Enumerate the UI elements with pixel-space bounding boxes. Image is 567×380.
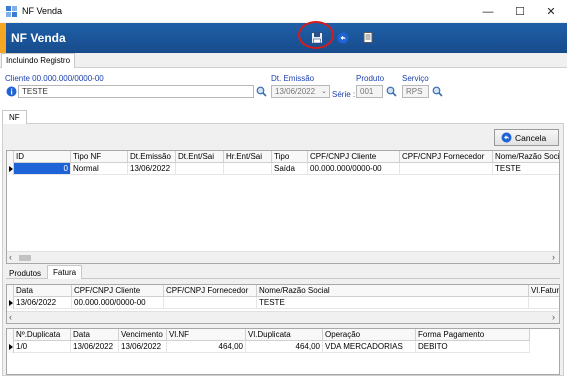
table-cell[interactable]: Saída [272,163,308,175]
grid-indicator-header [7,151,14,163]
tab-produtos[interactable]: Produtos [6,268,44,279]
grid-indicator-header [7,329,14,341]
table-cell[interactable]: 464,00 [246,341,323,353]
col-header[interactable]: Operação [323,329,416,341]
col-header[interactable]: CPF/CNPJ Cliente [308,151,400,163]
undo-icon [337,32,348,43]
fatura-grid-hscrollbar[interactable]: ‹ › [7,311,559,323]
scroll-thumb[interactable] [19,255,31,261]
form-header: NF Venda [0,23,567,53]
table-cell[interactable]: 00.000.000/0000-00 [308,163,400,175]
emissao-label: Dt. Emissão [271,74,315,83]
table-cell[interactable]: 13/06/2022 [119,341,167,353]
col-header[interactable]: Dt.Ent/Sai [176,151,224,163]
cancel-label: Cancela [515,132,547,143]
highlight-circle [298,21,334,49]
col-header[interactable]: Vl.Fatura [529,285,559,297]
tab-nf[interactable]: NF [2,110,27,124]
table-cell[interactable] [400,163,493,175]
produto-label: Produto [356,74,385,83]
col-header[interactable]: Nome/Razão Social [257,285,529,297]
copy-button[interactable] [358,27,379,48]
page-title: NF Venda [11,31,66,45]
produto-field[interactable]: 001 [356,85,383,98]
col-header[interactable]: Nº.Duplicata [14,329,71,341]
cancel-button[interactable]: Cancela [494,129,559,146]
col-header[interactable]: Vl.NF [167,329,246,341]
row-indicator[interactable] [7,297,14,309]
table-cell[interactable] [224,163,272,175]
table-cell[interactable] [176,163,224,175]
col-header[interactable]: Tipo NF [71,151,128,163]
table-cell[interactable]: TESTE [493,163,559,175]
duplicata-grid[interactable]: Nº.Duplicata Data Vencimento Vl.NF Vl.Du… [6,328,560,375]
col-header[interactable]: Tipo [272,151,308,163]
grid-indicator-header [7,285,14,297]
search-produto-icon[interactable] [386,86,397,97]
table-cell[interactable]: VDA MERCADORIAS [323,341,416,353]
cliente-label: Cliente 00.000.000/0000-00 [5,74,104,83]
table-cell-id[interactable]: 0 [14,163,71,175]
minimize-button[interactable]: — [472,0,504,23]
col-header[interactable]: CPF/CNPJ Fornecedor [400,151,493,163]
cliente-field[interactable]: TESTE [18,85,254,98]
search-cliente-icon[interactable] [256,86,267,97]
col-header[interactable]: CPF/CNPJ Fornecedor [164,285,257,297]
col-header[interactable]: Dt.Emissão [128,151,176,163]
table-cell[interactable]: DEBITO [416,341,530,353]
table-cell[interactable]: Normal [71,163,128,175]
emissao-date-value: 13/06/2022 [275,87,316,96]
row-indicator[interactable] [7,341,14,353]
window-titlebar: NF Venda — ☐ ✕ [0,0,567,23]
scroll-left-icon[interactable]: ‹ [9,252,12,262]
serie-label: Série : [332,90,356,99]
maximize-button[interactable]: ☐ [504,0,536,23]
tab-incluindo-registro[interactable]: Incluindo Registro [1,53,76,68]
tab-fatura[interactable]: Fatura [47,265,83,279]
col-header[interactable]: Data [14,285,72,297]
col-header[interactable]: Hr.Ent/Sai [224,151,272,163]
table-cell[interactable]: 1/0 [14,341,71,353]
nf-grid[interactable]: ID Tipo NF Dt.Emissão Dt.Ent/Sai Hr.Ent/… [6,150,560,264]
table-cell[interactable]: 13/06/2022 [71,341,119,353]
table-cell[interactable] [529,297,559,309]
app-icon [6,6,17,17]
row-indicator[interactable] [7,163,14,175]
col-header[interactable]: Vl.Duplicata [246,329,323,341]
table-cell[interactable]: 464,00 [167,341,246,353]
info-icon [6,86,17,97]
sub-tabbar [6,266,560,279]
scroll-right-icon[interactable]: › [552,252,555,262]
servico-field[interactable]: RPS [402,85,429,98]
undo-button[interactable] [332,27,353,48]
chevron-down-icon: ⌄ [321,88,327,95]
col-header[interactable]: Nome/Razão Social [493,151,559,163]
header-accent [0,23,6,53]
search-servico-icon[interactable] [432,86,443,97]
col-header[interactable]: ID [14,151,71,163]
table-cell[interactable]: 00.000.000/0000-00 [72,297,164,309]
table-cell[interactable]: TESTE [257,297,529,309]
scroll-left-icon[interactable]: ‹ [9,312,12,322]
table-cell[interactable]: 13/06/2022 [128,163,176,175]
nf-grid-hscrollbar[interactable]: ‹ › [7,251,559,263]
close-button[interactable]: ✕ [535,0,567,23]
document-icon [363,31,373,43]
servico-label: Serviço [402,74,429,83]
col-header[interactable]: Data [71,329,119,341]
table-cell[interactable] [164,297,257,309]
main-tabbar: Incluindo Registro [0,53,567,68]
emissao-date-field[interactable]: 13/06/2022 ⌄ [271,85,330,98]
table-cell[interactable]: 13/06/2022 [14,297,72,309]
undo-icon [501,132,512,143]
col-header[interactable]: CPF/CNPJ Cliente [72,285,164,297]
col-header[interactable]: Forma Pagamento [416,329,530,341]
scroll-right-icon[interactable]: › [552,312,555,322]
window-title: NF Venda [22,6,63,16]
fatura-grid[interactable]: Data CPF/CNPJ Cliente CPF/CNPJ Fornecedo… [6,284,560,324]
col-header[interactable]: Vencimento [119,329,167,341]
